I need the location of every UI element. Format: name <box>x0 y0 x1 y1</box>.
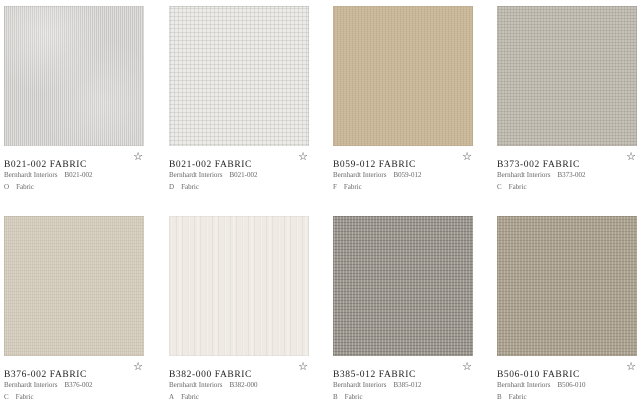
product-code: B373-002 <box>557 171 586 179</box>
type-label: Fabric <box>15 393 34 401</box>
star-outline-icon[interactable]: ☆ <box>132 361 144 373</box>
product-meta: Bernhardt Interiors B021-002 <box>4 170 144 181</box>
product-card[interactable]: B021-002 FABRIC ☆ Bernhardt Interiors B02… <box>169 6 309 193</box>
brand-name: Bernhardt Interiors <box>497 171 551 179</box>
product-code: B382-000 <box>229 381 258 389</box>
type-label: Fabric <box>508 183 527 191</box>
fabric-swatch-image[interactable] <box>497 6 637 146</box>
fabric-swatch-image[interactable] <box>169 216 309 356</box>
product-code: B506-010 <box>557 381 586 389</box>
product-card[interactable]: B059-012 FABRIC ☆ Bernhardt Interiors B05… <box>333 6 473 193</box>
fabric-swatch-image[interactable] <box>169 6 309 146</box>
fabric-swatch-image[interactable] <box>333 6 473 146</box>
product-title[interactable]: B506-010 FABRIC <box>497 370 580 380</box>
type-label: Fabric <box>16 183 34 191</box>
product-meta: Bernhardt Interiors B021-002 <box>169 170 309 181</box>
product-title[interactable]: B376-002 FABRIC <box>4 370 87 380</box>
grade-label: C <box>4 393 9 401</box>
fabric-swatch-image[interactable] <box>4 6 144 146</box>
star-outline-icon[interactable]: ☆ <box>461 151 473 163</box>
product-card[interactable]: B373-002 FABRIC ☆ Bernhardt Interiors B37… <box>497 6 637 193</box>
type-label: Fabric <box>344 393 363 401</box>
grade-label: B <box>333 393 338 401</box>
product-meta-2: C Fabric <box>4 392 144 403</box>
type-label: Fabric <box>181 393 199 401</box>
product-meta-2: A Fabric <box>169 392 309 403</box>
grade-label: D <box>169 183 175 191</box>
brand-name: Bernhardt Interiors <box>169 381 223 389</box>
brand-name: Bernhardt Interiors <box>4 171 58 179</box>
product-meta: Bernhardt Interiors B382-000 <box>169 380 309 391</box>
star-outline-icon[interactable]: ☆ <box>132 151 144 163</box>
product-meta: Bernhardt Interiors B385-012 <box>333 380 473 391</box>
type-label: Fabric <box>181 183 199 191</box>
product-code: B385-012 <box>393 381 422 389</box>
product-card[interactable]: B021-002 FABRIC ☆ Bernhardt Interiors B02… <box>4 6 144 193</box>
star-outline-icon[interactable]: ☆ <box>461 361 473 373</box>
grade-label: B <box>497 393 502 401</box>
grade-label: C <box>497 183 502 191</box>
star-outline-icon[interactable]: ☆ <box>297 151 309 163</box>
product-meta-2: D Fabric <box>169 182 309 193</box>
product-title[interactable]: B021-002 FABRIC <box>169 160 252 170</box>
product-code: B021-002 <box>229 171 258 179</box>
brand-name: Bernhardt Interiors <box>497 381 551 389</box>
product-meta: Bernhardt Interiors B376-002 <box>4 380 144 391</box>
product-meta: Bernhardt Interiors B059-012 <box>333 170 473 181</box>
brand-name: Bernhardt Interiors <box>333 381 387 389</box>
brand-name: Bernhardt Interiors <box>4 381 58 389</box>
grade-label: A <box>169 393 175 401</box>
product-meta-2: O Fabric <box>4 182 144 193</box>
product-title[interactable]: B385-012 FABRIC <box>333 370 416 380</box>
product-meta-2: B Fabric <box>497 392 637 403</box>
grade-label: O <box>4 183 10 191</box>
product-card[interactable]: B382-000 FABRIC ☆ Bernhardt Interiors B38… <box>169 216 309 403</box>
fabric-swatch-image[interactable] <box>4 216 144 356</box>
type-label: Fabric <box>343 183 362 191</box>
star-outline-icon[interactable]: ☆ <box>625 361 637 373</box>
fabric-swatch-image[interactable] <box>333 216 473 356</box>
product-card[interactable]: B385-012 FABRIC ☆ Bernhardt Interiors B38… <box>333 216 473 403</box>
product-code: B021-002 <box>64 171 93 179</box>
product-meta: Bernhardt Interiors B506-010 <box>497 380 637 391</box>
product-grid: B021-002 FABRIC ☆ Bernhardt Interiors B02… <box>0 0 640 402</box>
product-code: B059-012 <box>393 171 422 179</box>
product-meta-2: F Fabric <box>333 182 473 193</box>
product-code: B376-002 <box>64 381 93 389</box>
star-outline-icon[interactable]: ☆ <box>297 361 309 373</box>
product-card[interactable]: B376-002 FABRIC ☆ Bernhardt Interiors B37… <box>4 216 144 403</box>
fabric-swatch-image[interactable] <box>497 216 637 356</box>
product-title[interactable]: B373-002 FABRIC <box>497 160 580 170</box>
grade-label: F <box>333 183 337 191</box>
brand-name: Bernhardt Interiors <box>169 171 223 179</box>
product-card[interactable]: B506-010 FABRIC ☆ Bernhardt Interiors B50… <box>497 216 637 403</box>
brand-name: Bernhardt Interiors <box>333 171 387 179</box>
product-meta-2: B Fabric <box>333 392 473 403</box>
type-label: Fabric <box>508 393 527 401</box>
product-title[interactable]: B021-002 FABRIC <box>4 160 87 170</box>
product-title[interactable]: B382-000 FABRIC <box>169 370 252 380</box>
star-outline-icon[interactable]: ☆ <box>625 151 637 163</box>
product-meta-2: C Fabric <box>497 182 637 193</box>
product-title[interactable]: B059-012 FABRIC <box>333 160 416 170</box>
product-meta: Bernhardt Interiors B373-002 <box>497 170 637 181</box>
